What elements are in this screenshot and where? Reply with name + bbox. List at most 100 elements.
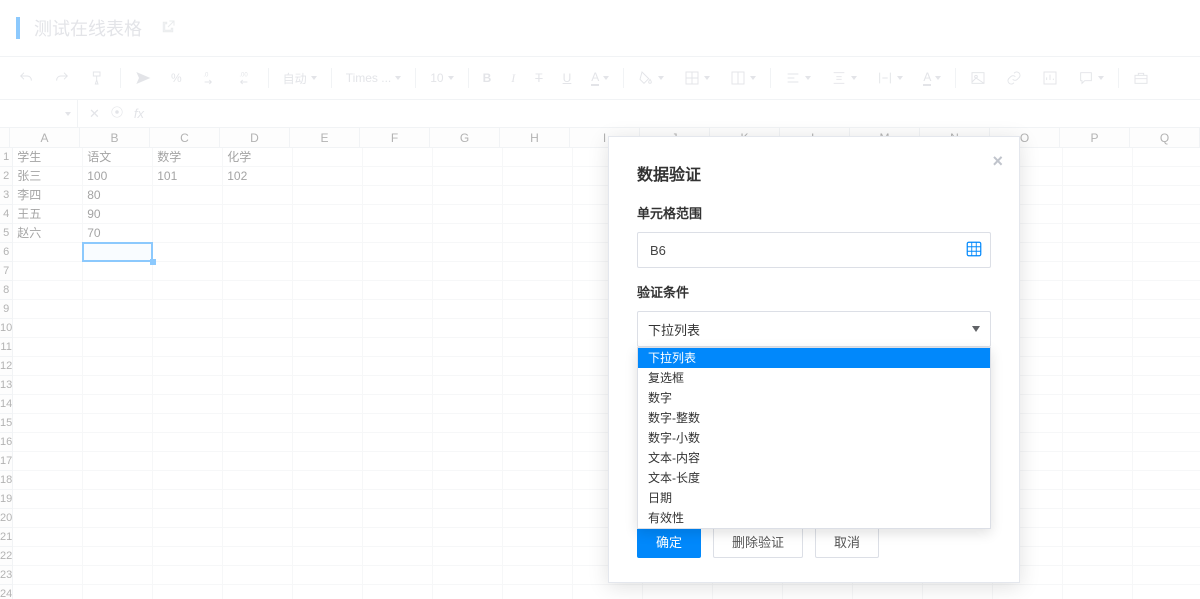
cell[interactable]: [503, 471, 573, 490]
cell[interactable]: [363, 509, 433, 528]
text-wrap-button[interactable]: [867, 63, 913, 93]
cell[interactable]: [363, 490, 433, 509]
cell[interactable]: [783, 585, 853, 599]
number-format-dropdown[interactable]: 自动: [273, 63, 327, 93]
cell[interactable]: [153, 395, 223, 414]
font-family-dropdown[interactable]: Times ...: [336, 63, 412, 93]
cell[interactable]: [433, 186, 503, 205]
row-header[interactable]: 6: [0, 243, 13, 262]
cell[interactable]: [433, 338, 503, 357]
cell[interactable]: [83, 300, 153, 319]
cell[interactable]: [363, 414, 433, 433]
cell[interactable]: [503, 566, 573, 585]
cell[interactable]: [153, 205, 223, 224]
cell[interactable]: [363, 186, 433, 205]
cell[interactable]: [293, 148, 363, 167]
fx-label[interactable]: fx: [134, 106, 144, 121]
cell[interactable]: [433, 490, 503, 509]
horizontal-align-button[interactable]: [775, 63, 821, 93]
cell[interactable]: [223, 490, 293, 509]
cell[interactable]: [1133, 471, 1200, 490]
insert-image-button[interactable]: [960, 63, 996, 93]
borders-button[interactable]: [674, 63, 720, 93]
cell[interactable]: [433, 357, 503, 376]
condition-option[interactable]: 文本-长度: [638, 468, 990, 488]
close-icon[interactable]: ×: [992, 151, 1003, 172]
cell[interactable]: [13, 509, 83, 528]
cell[interactable]: [83, 262, 153, 281]
cell[interactable]: [433, 395, 503, 414]
column-header[interactable]: B: [80, 128, 150, 148]
send-icon[interactable]: [125, 63, 161, 93]
cell[interactable]: [83, 471, 153, 490]
cell[interactable]: [1133, 205, 1200, 224]
column-header[interactable]: C: [150, 128, 220, 148]
cell[interactable]: [223, 262, 293, 281]
cell[interactable]: 王五: [13, 205, 83, 224]
cell[interactable]: [1133, 585, 1200, 599]
cell[interactable]: [1063, 566, 1133, 585]
cell[interactable]: [153, 490, 223, 509]
cell[interactable]: [433, 319, 503, 338]
cell[interactable]: [503, 300, 573, 319]
cell[interactable]: 102: [223, 167, 293, 186]
cell[interactable]: [503, 357, 573, 376]
cell[interactable]: [13, 338, 83, 357]
cell[interactable]: [503, 148, 573, 167]
cell[interactable]: [1133, 395, 1200, 414]
cell[interactable]: [153, 528, 223, 547]
cell[interactable]: [503, 262, 573, 281]
cell[interactable]: [433, 376, 503, 395]
cell[interactable]: [503, 585, 573, 599]
cell[interactable]: [1133, 262, 1200, 281]
cell[interactable]: [433, 243, 503, 262]
insert-link-button[interactable]: [996, 63, 1032, 93]
cell[interactable]: [433, 547, 503, 566]
cell[interactable]: [153, 376, 223, 395]
cell[interactable]: [293, 243, 363, 262]
cell[interactable]: [293, 585, 363, 599]
cell[interactable]: [363, 148, 433, 167]
column-header[interactable]: Q: [1130, 128, 1200, 148]
decrease-decimal-button[interactable]: .0: [192, 63, 228, 93]
cell[interactable]: [993, 585, 1063, 599]
row-header[interactable]: 21: [0, 528, 13, 547]
cell[interactable]: [1063, 490, 1133, 509]
cell[interactable]: [13, 566, 83, 585]
cell[interactable]: 90: [83, 205, 153, 224]
cell[interactable]: [293, 338, 363, 357]
cell[interactable]: [1133, 433, 1200, 452]
cell[interactable]: [293, 281, 363, 300]
cell[interactable]: [1063, 357, 1133, 376]
cell[interactable]: [1063, 414, 1133, 433]
cell[interactable]: [1063, 262, 1133, 281]
cell[interactable]: [293, 167, 363, 186]
vertical-align-button[interactable]: [821, 63, 867, 93]
cell[interactable]: [1063, 509, 1133, 528]
cell[interactable]: [363, 585, 433, 599]
cell[interactable]: [293, 376, 363, 395]
cell[interactable]: [223, 547, 293, 566]
cell[interactable]: [293, 414, 363, 433]
cell[interactable]: [433, 585, 503, 599]
select-all-corner[interactable]: [0, 128, 10, 148]
cell[interactable]: [1133, 186, 1200, 205]
row-header[interactable]: 20: [0, 509, 13, 528]
cell[interactable]: [293, 186, 363, 205]
cell[interactable]: [503, 224, 573, 243]
cell[interactable]: [363, 566, 433, 585]
range-picker-icon[interactable]: [965, 240, 983, 261]
increase-decimal-button[interactable]: .00: [228, 63, 264, 93]
cell[interactable]: [153, 566, 223, 585]
cell[interactable]: 数学: [153, 148, 223, 167]
cell[interactable]: [83, 395, 153, 414]
cell[interactable]: [363, 243, 433, 262]
cell[interactable]: [153, 509, 223, 528]
column-header[interactable]: E: [290, 128, 360, 148]
cell[interactable]: [153, 338, 223, 357]
cell[interactable]: [433, 452, 503, 471]
cell[interactable]: [293, 547, 363, 566]
cell[interactable]: [153, 585, 223, 599]
cell[interactable]: 张三: [13, 167, 83, 186]
row-header[interactable]: 22: [0, 547, 13, 566]
